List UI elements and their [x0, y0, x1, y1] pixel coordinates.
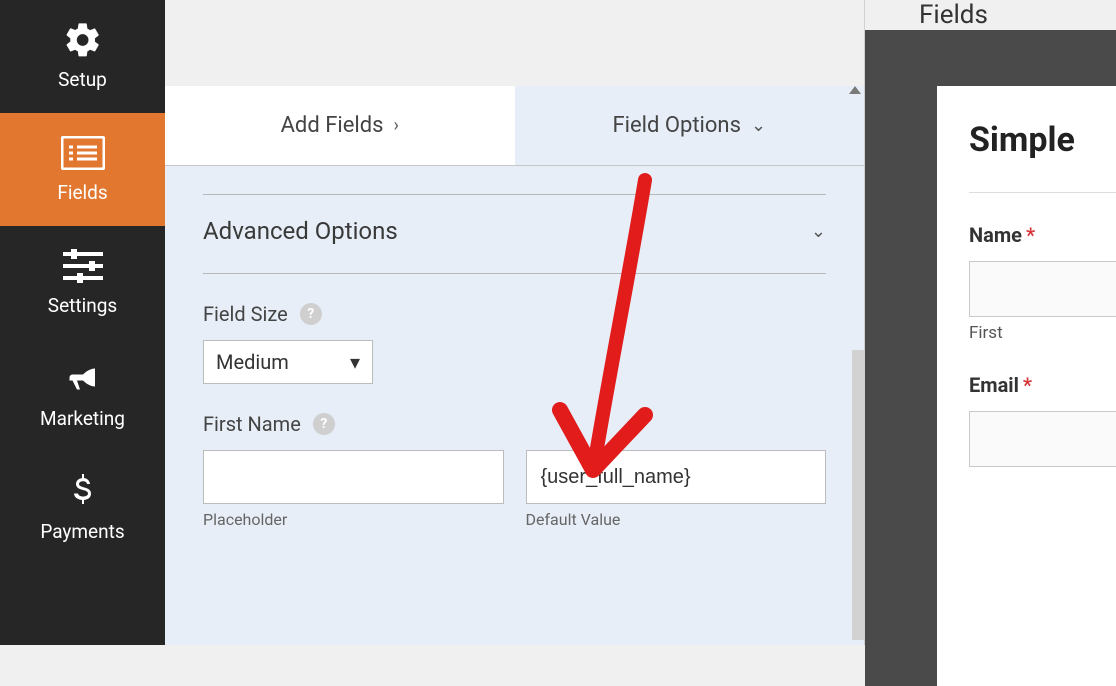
builder-sidebar: Setup Fields — [0, 0, 165, 645]
sidebar-item-setup[interactable]: Setup — [0, 0, 165, 113]
preview-email-label: Email* — [969, 373, 1116, 397]
tab-add-fields[interactable]: Add Fields › — [165, 86, 515, 165]
scroll-up-icon[interactable] — [849, 86, 861, 94]
dollar-icon — [0, 470, 165, 514]
field-size-value: Medium — [216, 350, 289, 374]
preview-email-input[interactable] — [969, 411, 1116, 467]
preview-area: Fields Simple Name* First Email* — [865, 0, 1116, 645]
field-size-label: Field Size — [203, 302, 288, 326]
sidebar-label-settings: Settings — [0, 294, 165, 317]
chevron-down-icon: ⌄ — [751, 115, 766, 136]
caret-down-icon: ▾ — [350, 350, 360, 374]
right-header-title: Fields — [865, 0, 1116, 30]
placeholder-sublabel: Placeholder — [203, 510, 504, 529]
preview-name-label: Name* — [969, 223, 1116, 247]
first-name-label: First Name — [203, 412, 301, 436]
megaphone-icon — [0, 357, 165, 401]
field-size-select[interactable]: Medium ▾ — [203, 340, 373, 384]
sidebar-label-payments: Payments — [0, 520, 165, 543]
list-icon — [0, 131, 165, 175]
sidebar-label-marketing: Marketing — [0, 407, 165, 430]
advanced-options-toggle[interactable]: Advanced Options ⌄ — [203, 217, 826, 245]
first-name-placeholder-input[interactable] — [203, 450, 504, 504]
gear-icon — [0, 18, 165, 62]
help-icon[interactable]: ? — [300, 303, 322, 325]
sliders-icon — [0, 244, 165, 288]
sidebar-item-marketing[interactable]: Marketing — [0, 339, 165, 452]
tab-field-options-label: Field Options — [612, 113, 740, 138]
field-options-panel: Add Fields › Field Options ⌄ Advanced Op… — [165, 0, 865, 645]
help-icon[interactable]: ? — [313, 413, 335, 435]
sidebar-item-settings[interactable]: Settings — [0, 226, 165, 339]
preview-first-sublabel: First — [969, 323, 1116, 343]
default-value-sublabel: Default Value — [526, 510, 827, 529]
advanced-options-title: Advanced Options — [203, 217, 398, 245]
sidebar-label-setup: Setup — [0, 68, 165, 91]
tab-field-options[interactable]: Field Options ⌄ — [515, 86, 865, 165]
form-preview[interactable]: Simple Name* First Email* — [937, 86, 1116, 686]
sidebar-label-fields: Fields — [0, 181, 165, 204]
chevron-right-icon: › — [394, 115, 399, 136]
form-title: Simple — [969, 120, 1116, 160]
chevron-down-icon: ⌄ — [811, 221, 826, 242]
tab-add-fields-label: Add Fields — [281, 113, 384, 138]
first-name-default-value-input[interactable] — [526, 450, 827, 504]
scrollbar[interactable] — [852, 350, 864, 640]
preview-first-name-input[interactable] — [969, 261, 1116, 317]
sidebar-item-payments[interactable]: Payments — [0, 452, 165, 565]
sidebar-item-fields[interactable]: Fields — [0, 113, 165, 226]
